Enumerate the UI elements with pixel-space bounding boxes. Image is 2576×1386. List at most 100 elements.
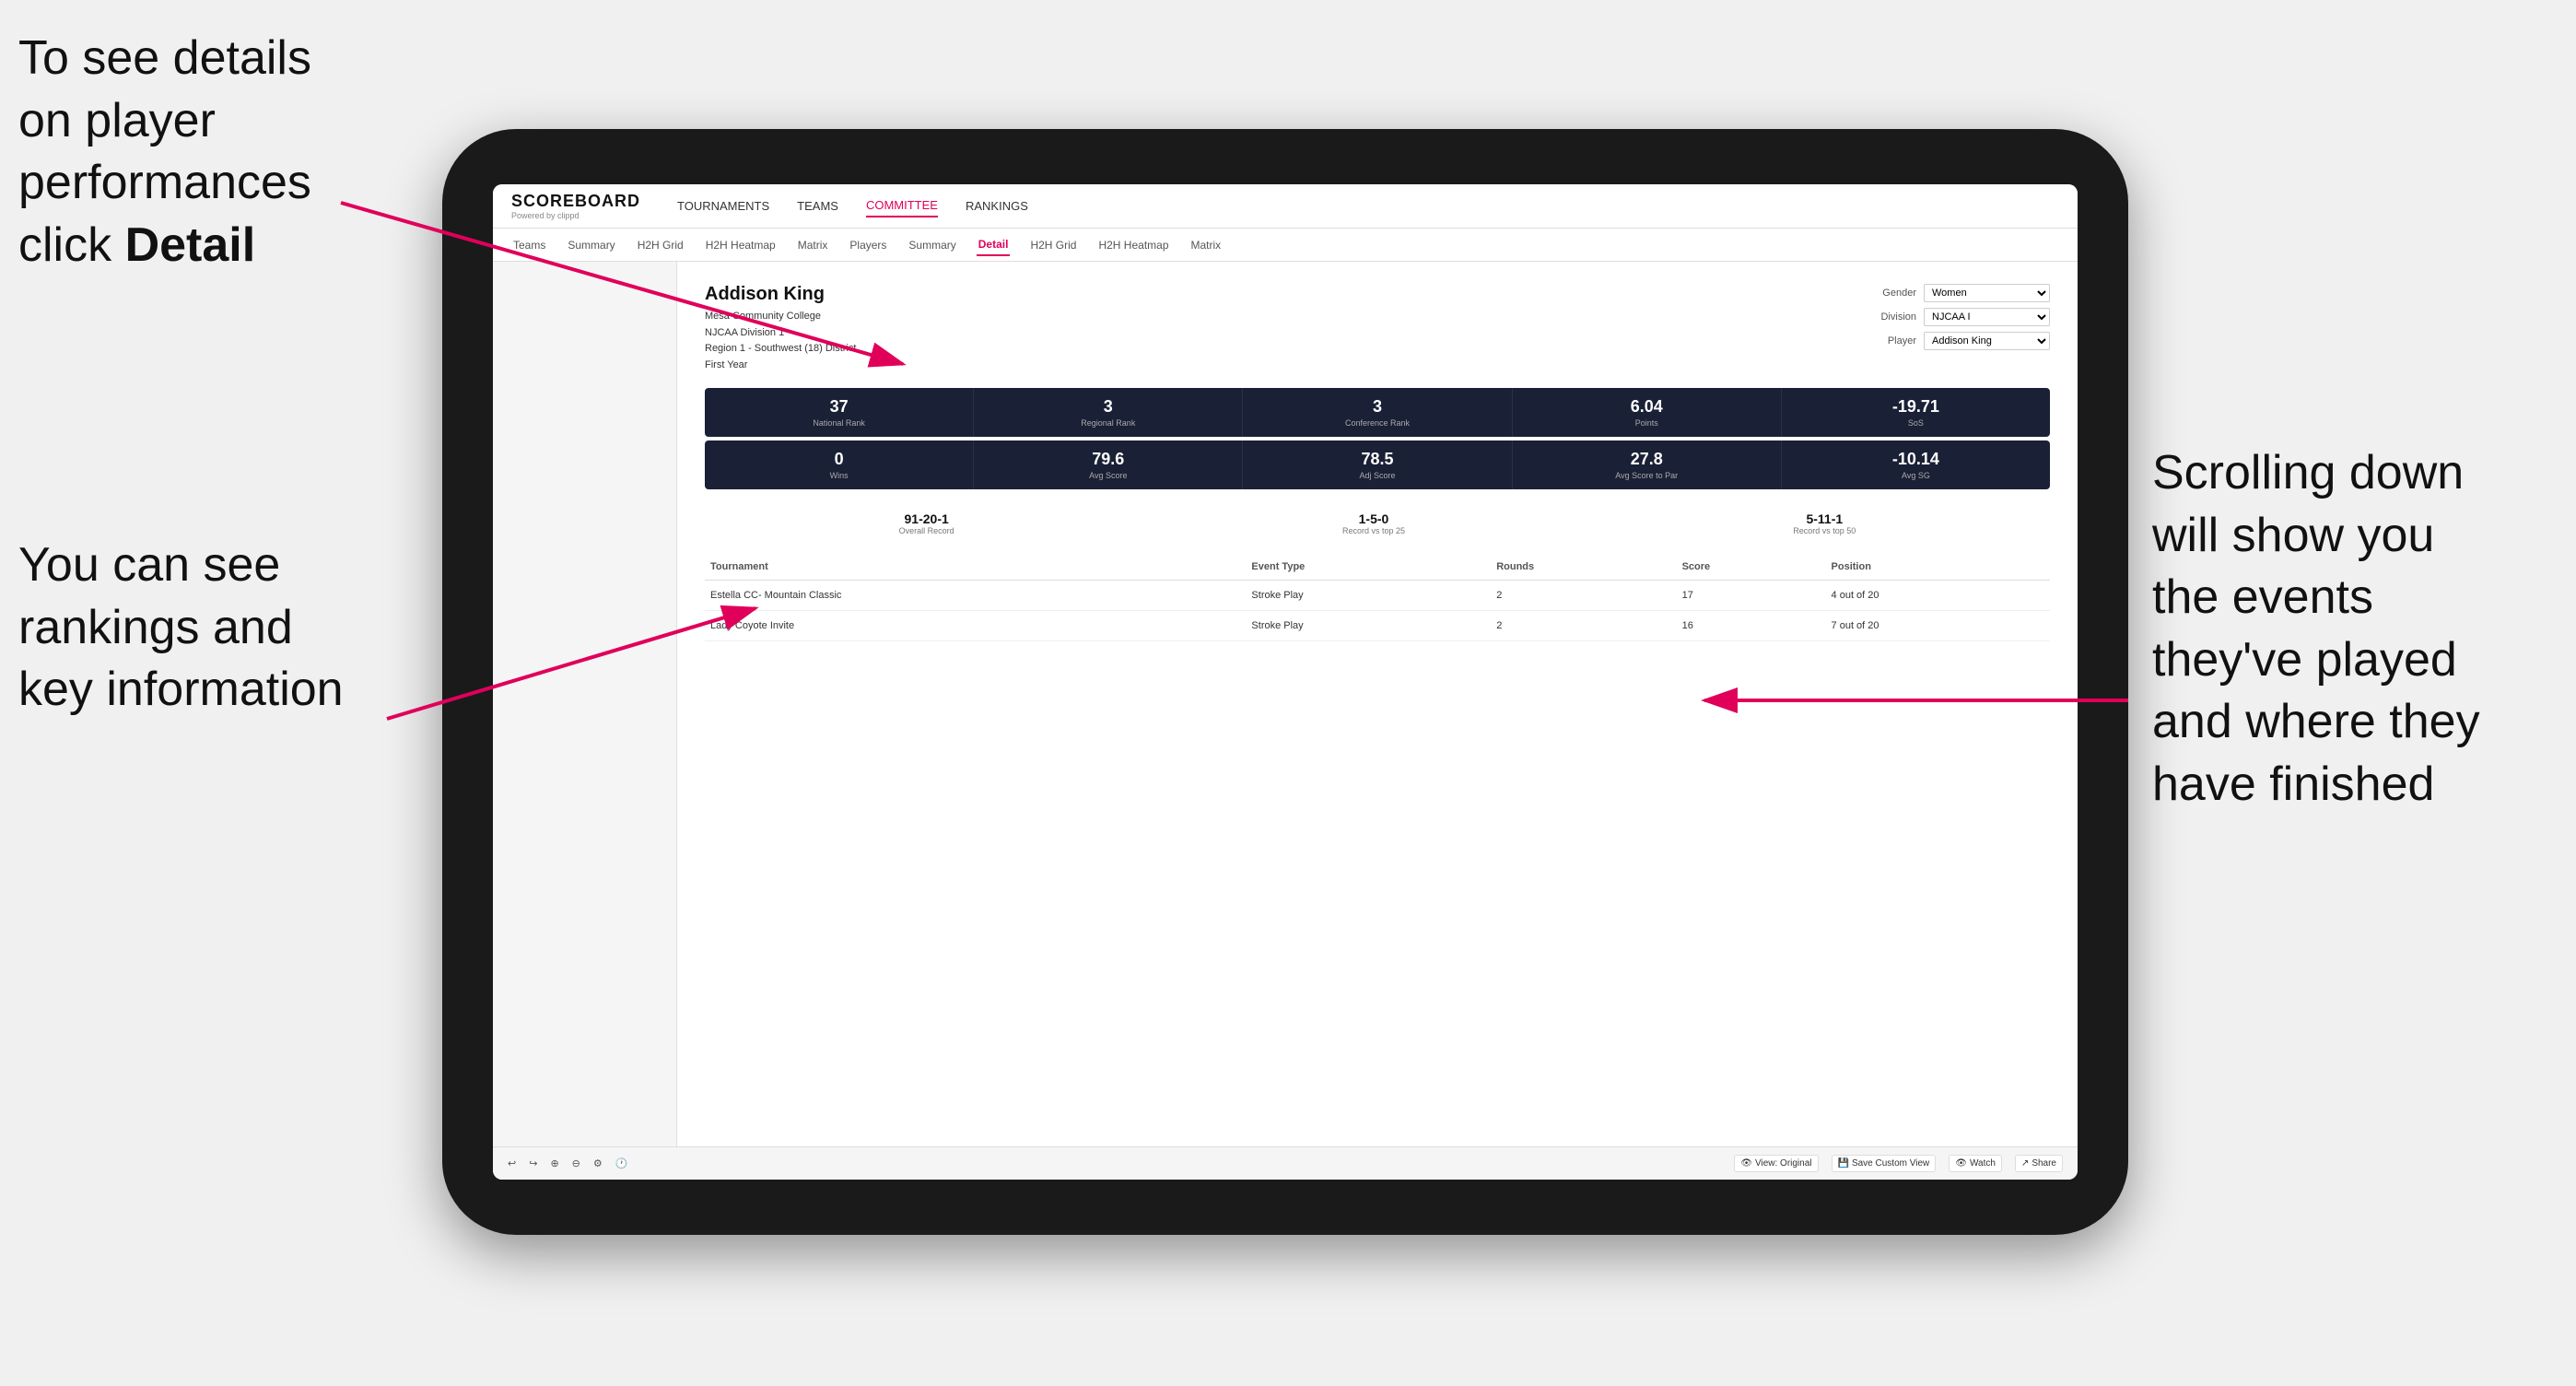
row2-event-type: Stroke Play: [1246, 611, 1491, 641]
gender-select[interactable]: Women Men: [1924, 284, 2050, 302]
row2-position: 7 out of 20: [1826, 611, 2050, 641]
sub-nav-detail[interactable]: Detail: [977, 234, 1011, 256]
player-info: Addison King Mesa Community College NJCA…: [705, 284, 856, 373]
watch-icon: 👁: [1955, 1158, 1967, 1169]
avg-score-label: Avg Score: [981, 471, 1235, 480]
stat-regional-rank: 3 Regional Rank: [974, 388, 1243, 437]
sub-nav-summary2[interactable]: Summary: [907, 235, 957, 255]
stat-avg-score-par: 27.8 Avg Score to Par: [1513, 440, 1782, 489]
undo-icon[interactable]: ↩: [508, 1157, 516, 1169]
sub-nav-players[interactable]: Players: [848, 235, 888, 255]
sos-value: -19.71: [1789, 397, 2043, 417]
row1-tournament: Estella CC- Mountain Classic: [705, 581, 1246, 611]
sub-nav-teams[interactable]: Teams: [511, 235, 547, 255]
row1-position: 4 out of 20: [1826, 581, 2050, 611]
nav-rankings[interactable]: RANKINGS: [966, 195, 1028, 217]
points-value: 6.04: [1520, 397, 1774, 417]
col-rounds: Rounds: [1491, 554, 1676, 581]
avg-score-value: 79.6: [981, 450, 1235, 469]
nav-tournaments[interactable]: TOURNAMENTS: [677, 195, 769, 217]
player-region: Region 1 - Southwest (18) District: [705, 343, 856, 354]
save-icon: 💾: [1838, 1158, 1849, 1169]
stats-row2: 0 Wins 79.6 Avg Score 78.5 Adj Score 27.…: [705, 440, 2050, 489]
zoom-in-icon[interactable]: ⊕: [550, 1157, 558, 1169]
avg-sg-label: Avg SG: [1789, 471, 2043, 480]
annotation-text3: Scrolling downwill show youthe eventsthe…: [2152, 446, 2480, 811]
share-button[interactable]: ↗ Share: [2015, 1155, 2063, 1172]
avg-score-par-value: 27.8: [1520, 450, 1774, 469]
zoom-out-icon[interactable]: ⊖: [572, 1157, 580, 1169]
annotation-text2: You can seerankings andkey information: [18, 538, 344, 716]
stat-sos: -19.71 SoS: [1782, 388, 2050, 437]
top25-record: 1-5-0 Record vs top 25: [1342, 511, 1405, 535]
clock-icon[interactable]: 🕐: [615, 1157, 628, 1169]
nav-committee[interactable]: COMMITTEE: [866, 194, 938, 217]
stat-conference-rank: 3 Conference Rank: [1243, 388, 1512, 437]
col-score: Score: [1677, 554, 1826, 581]
wins-value: 0: [712, 450, 966, 469]
nav-teams[interactable]: TEAMS: [797, 195, 838, 217]
row1-rounds: 2: [1491, 581, 1676, 611]
stat-avg-score: 79.6 Avg Score: [974, 440, 1243, 489]
player-select[interactable]: Addison King: [1924, 332, 2050, 350]
sub-nav-matrix[interactable]: Matrix: [796, 235, 830, 255]
regional-rank-label: Regional Rank: [981, 418, 1235, 428]
stat-points: 6.04 Points: [1513, 388, 1782, 437]
conference-rank-value: 3: [1250, 397, 1504, 417]
logo-title: SCOREBOARD: [511, 192, 640, 211]
sub-nav-matrix2[interactable]: Matrix: [1189, 235, 1224, 255]
view-original-button[interactable]: 👁 View: Original: [1734, 1155, 1818, 1172]
sub-nav-h2h-heatmap[interactable]: H2H Heatmap: [704, 235, 778, 255]
col-position: Position: [1826, 554, 2050, 581]
row1-score: 17: [1677, 581, 1826, 611]
col-event-type: Event Type: [1246, 554, 1491, 581]
overall-record-value: 91-20-1: [899, 511, 954, 526]
stats-row1: 37 National Rank 3 Regional Rank 3 Confe…: [705, 388, 2050, 437]
adj-score-label: Adj Score: [1250, 471, 1504, 480]
player-controls: Gender Women Men Division NJCAA I NJCAA …: [1866, 284, 2050, 373]
bottom-toolbar: ↩ ↪ ⊕ ⊖ ⚙ 🕐 👁 View: Original 💾 Save Cust…: [493, 1146, 2078, 1180]
top-nav: SCOREBOARD Powered by clippd TOURNAMENTS…: [493, 184, 2078, 229]
sub-nav-h2h-heatmap2[interactable]: H2H Heatmap: [1096, 235, 1170, 255]
row1-event-type: Stroke Play: [1246, 581, 1491, 611]
row2-rounds: 2: [1491, 611, 1676, 641]
eye-icon: 👁: [1740, 1158, 1752, 1169]
sub-nav-h2h-grid[interactable]: H2H Grid: [636, 235, 685, 255]
national-rank-value: 37: [712, 397, 966, 417]
player-header: Addison King Mesa Community College NJCA…: [705, 284, 2050, 373]
annotation-right: Scrolling downwill show youthe eventsthe…: [2152, 442, 2558, 816]
redo-icon[interactable]: ↪: [529, 1157, 537, 1169]
stat-adj-score: 78.5 Adj Score: [1243, 440, 1512, 489]
share-label: Share: [2032, 1158, 2056, 1169]
annotation-detail-bold: Detail: [125, 218, 256, 272]
gender-label: Gender: [1866, 288, 1916, 299]
stat-wins: 0 Wins: [705, 440, 974, 489]
sub-nav-summary[interactable]: Summary: [566, 235, 616, 255]
regional-rank-value: 3: [981, 397, 1235, 417]
avg-sg-value: -10.14: [1789, 450, 2043, 469]
tournament-table: Tournament Event Type Rounds Score Posit…: [705, 554, 2050, 641]
settings-icon[interactable]: ⚙: [593, 1157, 603, 1169]
top50-record-label: Record vs top 50: [1793, 526, 1856, 535]
division-control: Division NJCAA I NJCAA II: [1866, 308, 2050, 326]
sub-nav-h2h-grid2[interactable]: H2H Grid: [1028, 235, 1078, 255]
division-select[interactable]: NJCAA I NJCAA II: [1924, 308, 2050, 326]
main-content: Addison King Mesa Community College NJCA…: [493, 262, 2078, 1146]
content-area: Addison King Mesa Community College NJCA…: [677, 262, 2078, 1146]
table-row: Estella CC- Mountain Classic Stroke Play…: [705, 581, 2050, 611]
tablet-frame: SCOREBOARD Powered by clippd TOURNAMENTS…: [442, 129, 2128, 1235]
nav-items: TOURNAMENTS TEAMS COMMITTEE RANKINGS: [677, 194, 1028, 217]
save-custom-button[interactable]: 💾 Save Custom View: [1832, 1155, 1937, 1172]
row2-tournament: Lady Coyote Invite: [705, 611, 1246, 641]
stat-avg-sg: -10.14 Avg SG: [1782, 440, 2050, 489]
col-tournament: Tournament: [705, 554, 1246, 581]
player-control: Player Addison King: [1866, 332, 2050, 350]
table-row: Lady Coyote Invite Stroke Play 2 16 7 ou…: [705, 611, 2050, 641]
top50-record-value: 5-11-1: [1793, 511, 1856, 526]
scoreboard-logo: SCOREBOARD Powered by clippd: [511, 192, 640, 220]
watch-button[interactable]: 👁 Watch: [1949, 1155, 2002, 1172]
player-label: Player: [1866, 335, 1916, 346]
save-custom-label: Save Custom View: [1852, 1158, 1929, 1169]
logo-sub: Powered by clippd: [511, 211, 640, 220]
annotation-top-left: To see details on player performances cl…: [18, 28, 350, 276]
